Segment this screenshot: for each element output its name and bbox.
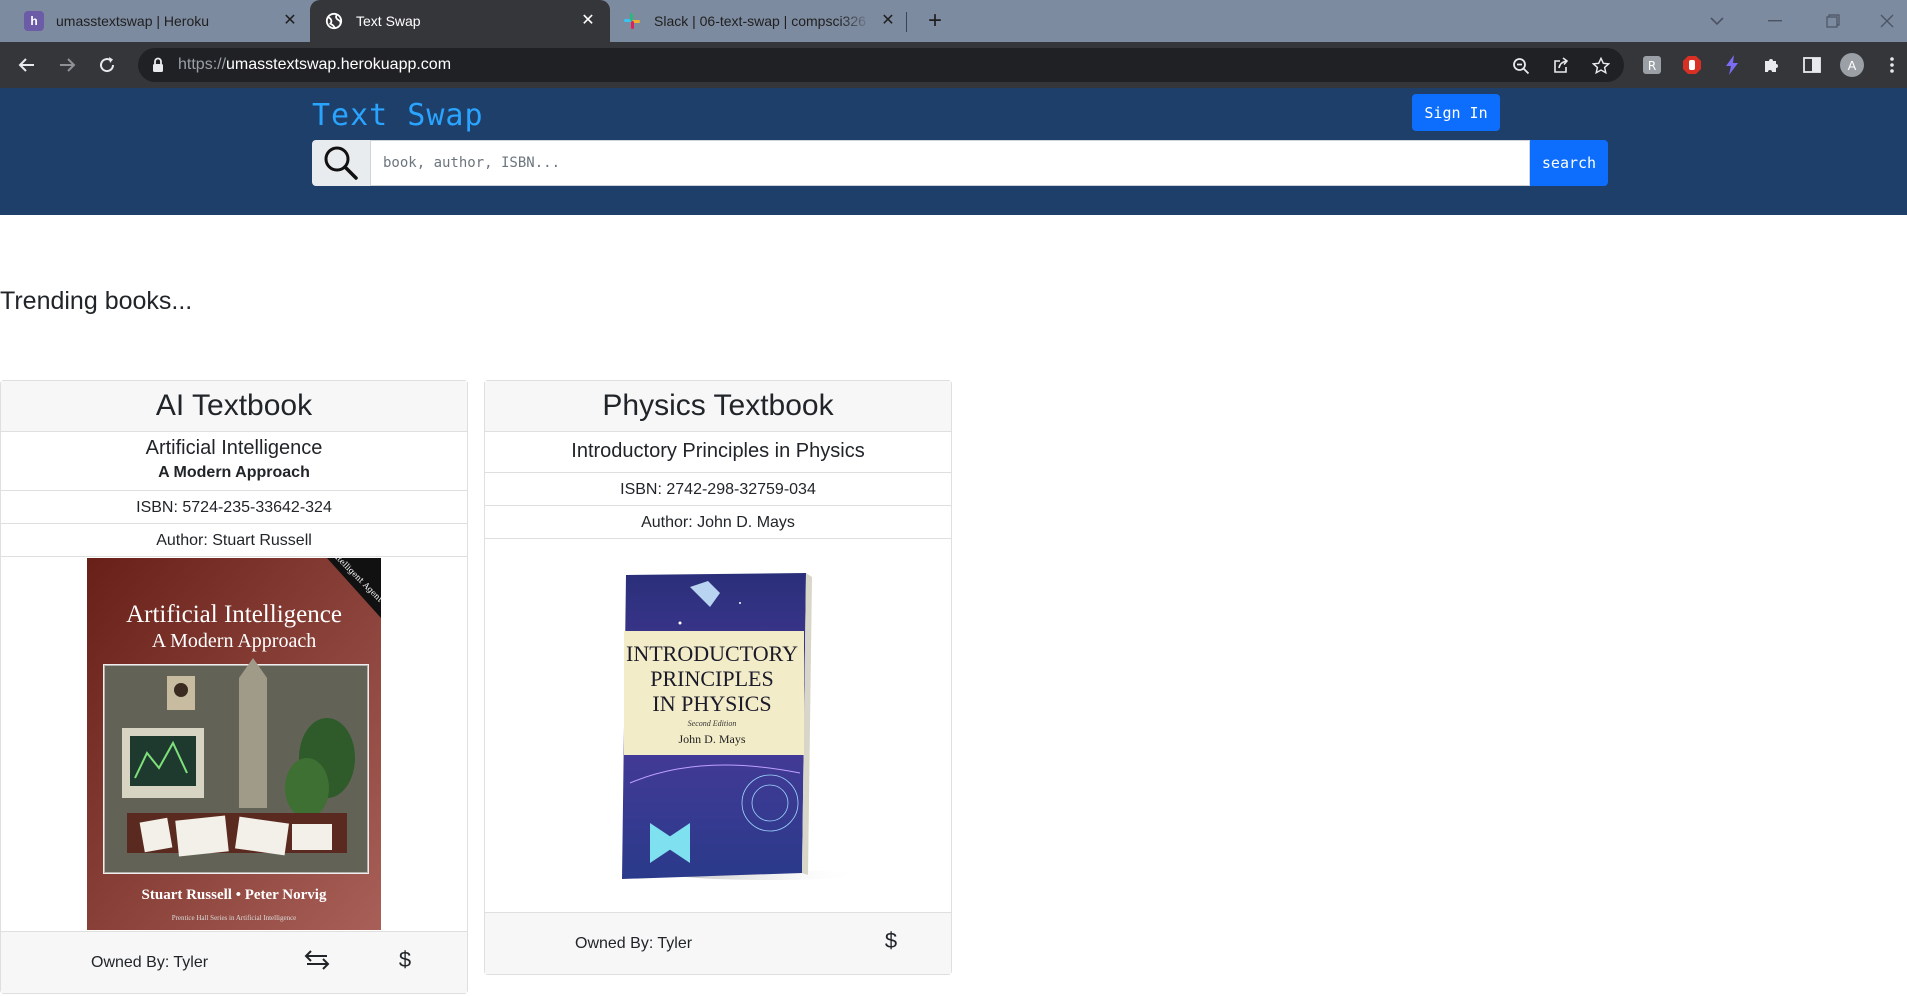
book-card: AI Textbook Artificial Intelligence A Mo… bbox=[0, 380, 468, 994]
kebab-menu-icon[interactable] bbox=[1880, 53, 1904, 77]
search-bar: search bbox=[312, 140, 1608, 186]
new-tab-icon[interactable]: + bbox=[922, 9, 948, 35]
close-tab-icon[interactable]: ✕ bbox=[878, 11, 898, 31]
book-isbn: ISBN: 2742-298-32759-034 bbox=[485, 473, 951, 506]
book-subtitle: A Modern Approach bbox=[158, 464, 310, 481]
close-tab-icon[interactable]: ✕ bbox=[280, 11, 300, 31]
close-window-icon[interactable] bbox=[1872, 8, 1902, 34]
tab-search-icon[interactable] bbox=[1702, 8, 1732, 34]
physics-book-cover-image: INTRODUCTORY PRINCIPLES IN PHYSICS Secon… bbox=[622, 573, 860, 880]
section-title: Trending books... bbox=[0, 287, 193, 315]
book-cover[interactable]: INTRODUCTORY PRINCIPLES IN PHYSICS Secon… bbox=[485, 539, 951, 913]
book-cover[interactable]: The Intelligent Agent Book Artificial In… bbox=[1, 557, 467, 932]
svg-text:A Modern Approach: A Modern Approach bbox=[152, 630, 316, 652]
slack-icon bbox=[622, 11, 642, 31]
tab-text-swap[interactable]: Text Swap ✕ bbox=[310, 0, 610, 42]
close-tab-icon[interactable]: ✕ bbox=[578, 11, 598, 31]
heroku-icon: h bbox=[24, 11, 44, 31]
side-panel-icon[interactable] bbox=[1800, 53, 1824, 77]
svg-text:PRINCIPLES: PRINCIPLES bbox=[650, 666, 773, 691]
swap-icon[interactable] bbox=[303, 946, 331, 974]
address-bar[interactable]: https://umasstextswap.herokuapp.com bbox=[138, 48, 1624, 82]
svg-text:Prentice Hall Series in Artifi: Prentice Hall Series in Artificial Intel… bbox=[172, 914, 297, 922]
owner-label: Owned By: Tyler bbox=[91, 954, 209, 971]
tab-title: Slack | 06-text-swap | compsci326 bbox=[654, 13, 866, 29]
search-icon bbox=[312, 140, 370, 186]
tab-separator bbox=[906, 12, 907, 32]
tab-slack[interactable]: Slack | 06-text-swap | compsci326 ✕ bbox=[610, 0, 910, 42]
browser-toolbar: https://umasstextswap.herokuapp.com R A bbox=[0, 42, 1907, 88]
restore-icon[interactable] bbox=[1818, 8, 1848, 34]
zoom-icon[interactable] bbox=[1510, 55, 1532, 77]
dollar-icon[interactable]: $ bbox=[879, 927, 903, 955]
book-card: Physics Textbook Introductory Principles… bbox=[484, 380, 952, 975]
svg-text:R: R bbox=[1648, 59, 1656, 73]
book-title: Artificial Intelligence bbox=[145, 437, 323, 459]
minimize-icon[interactable] bbox=[1760, 8, 1790, 34]
profile-avatar[interactable]: A bbox=[1840, 53, 1864, 77]
bookmark-star-icon[interactable] bbox=[1590, 55, 1612, 77]
svg-text:Stuart Russell • Peter Norvig: Stuart Russell • Peter Norvig bbox=[142, 887, 327, 903]
book-isbn: ISBN: 5724-235-33642-324 bbox=[1, 491, 467, 524]
browser-tab-strip: h umasstextswap | Heroku ✕ Text Swap ✕ S… bbox=[0, 0, 1907, 42]
card-title-block: Artificial Intelligence A Modern Approac… bbox=[1, 432, 467, 491]
card-category: Physics Textbook bbox=[485, 381, 951, 432]
forward-icon[interactable] bbox=[54, 52, 80, 78]
search-button[interactable]: search bbox=[1530, 140, 1608, 186]
dollar-icon[interactable]: $ bbox=[393, 946, 417, 974]
extension-icon[interactable]: R bbox=[1640, 53, 1664, 77]
book-author: Author: Stuart Russell bbox=[1, 524, 467, 557]
owner-label: Owned By: Tyler bbox=[575, 935, 693, 952]
card-title-block: Introductory Principles in Physics bbox=[485, 432, 951, 473]
back-icon[interactable] bbox=[14, 52, 40, 78]
tab-title: Text Swap bbox=[356, 13, 421, 29]
book-title: Introductory Principles in Physics bbox=[571, 440, 865, 462]
share-icon[interactable] bbox=[1550, 55, 1572, 77]
puzzle-icon[interactable] bbox=[1760, 53, 1784, 77]
svg-text:Second Edition: Second Edition bbox=[688, 719, 737, 728]
ai-book-cover-image: The Intelligent Agent Book Artificial In… bbox=[87, 558, 381, 930]
reload-icon[interactable] bbox=[94, 52, 120, 78]
card-footer: Owned By: Tyler $ bbox=[1, 932, 467, 993]
brand-logo[interactable]: Text Swap bbox=[312, 98, 484, 133]
site-header: Text Swap Sign In search bbox=[0, 88, 1907, 215]
lock-icon[interactable] bbox=[152, 57, 164, 78]
svg-text:Artificial Intelligence: Artificial Intelligence bbox=[126, 601, 342, 628]
book-author: Author: John D. Mays bbox=[485, 506, 951, 539]
tab-heroku[interactable]: h umasstextswap | Heroku ✕ bbox=[12, 0, 312, 42]
sign-in-button[interactable]: Sign In bbox=[1412, 94, 1500, 131]
lightning-icon[interactable] bbox=[1720, 53, 1744, 77]
card-footer: Owned By: Tyler $ bbox=[485, 913, 951, 974]
url-text[interactable]: https://umasstextswap.herokuapp.com bbox=[178, 56, 451, 74]
svg-text:John D. Mays: John D. Mays bbox=[678, 732, 745, 746]
svg-text:INTRODUCTORY: INTRODUCTORY bbox=[626, 641, 798, 666]
search-input[interactable] bbox=[370, 140, 1530, 186]
card-category: AI Textbook bbox=[1, 381, 467, 432]
globe-icon bbox=[324, 11, 344, 31]
svg-text:IN PHYSICS: IN PHYSICS bbox=[652, 691, 771, 716]
tab-title: umasstextswap | Heroku bbox=[56, 13, 210, 29]
stop-hand-icon[interactable] bbox=[1680, 53, 1704, 77]
